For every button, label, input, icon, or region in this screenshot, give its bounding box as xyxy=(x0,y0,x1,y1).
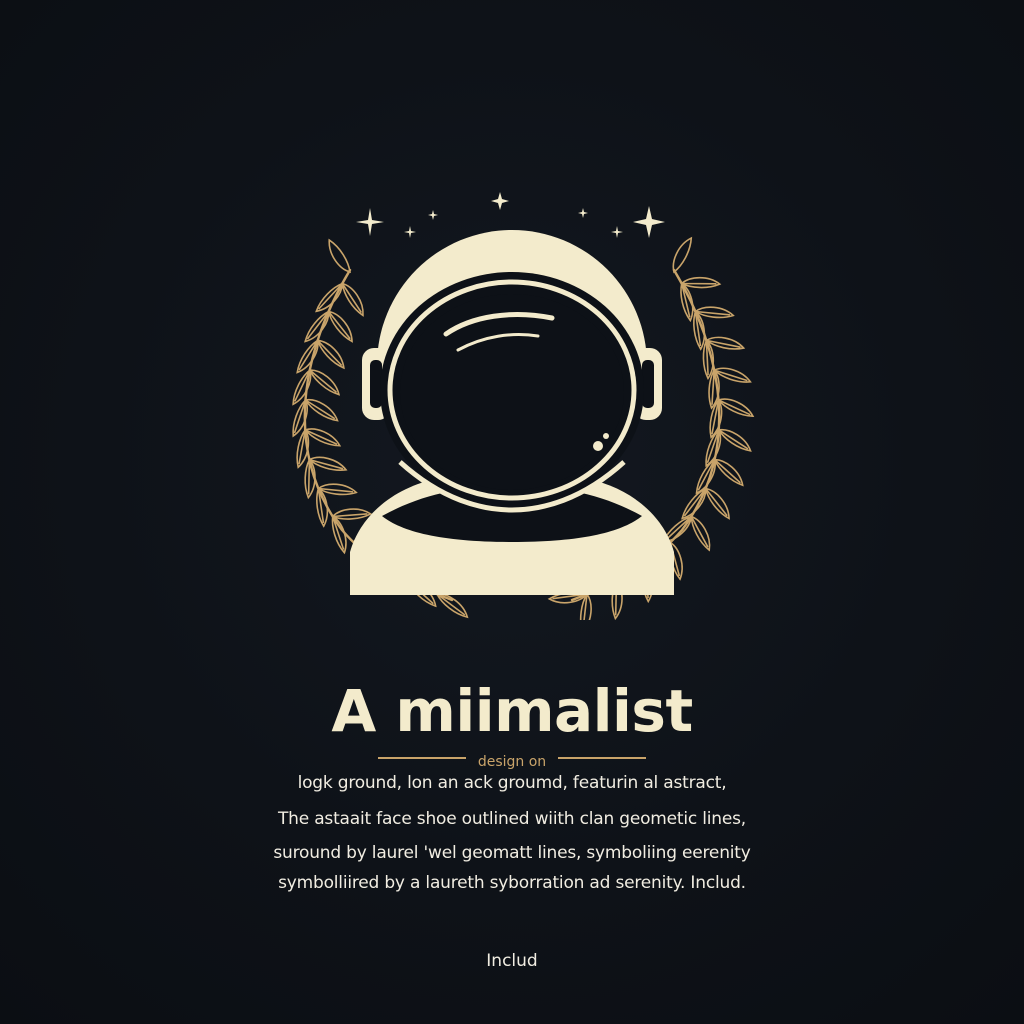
laurel-leaf xyxy=(693,310,706,351)
laurel-leaf xyxy=(304,399,339,422)
laurel-leaf xyxy=(680,276,722,289)
laurel-leaf xyxy=(681,487,707,520)
divider-right xyxy=(558,757,647,759)
star-icon xyxy=(356,208,384,236)
laurel-leaf xyxy=(717,398,755,418)
laurel-leaf xyxy=(316,487,329,528)
subline-row: design on xyxy=(0,746,1024,770)
laurel-leaf xyxy=(304,458,316,500)
footer-label: Includ xyxy=(486,951,538,971)
body-line: logk ground, lon an ack groumd, featurin… xyxy=(297,773,727,793)
laurel-leaf xyxy=(316,339,345,370)
laurel-leaf xyxy=(328,238,351,274)
star-icon xyxy=(633,206,665,238)
body-line: The astaait face shoe outlined wiith cla… xyxy=(277,809,747,829)
divider-left xyxy=(377,757,466,759)
laurel-leaf xyxy=(672,236,693,274)
laurel-leaf xyxy=(331,508,373,520)
star-icon xyxy=(578,208,588,218)
laurel-leaf xyxy=(717,428,752,452)
star-icon xyxy=(491,192,509,210)
body-line: symbolliired by a laureth syborration ad… xyxy=(278,873,746,893)
laurel-leaf xyxy=(327,310,353,343)
laurel-leaf xyxy=(303,428,342,447)
astronaut-helmet-icon xyxy=(350,230,674,595)
subline: design on xyxy=(477,754,547,770)
star-icon xyxy=(428,210,438,220)
laurel-leaf xyxy=(690,515,711,552)
astronaut-laurel-emblem xyxy=(292,192,755,620)
laurel-leaf xyxy=(308,369,341,396)
star-icon xyxy=(611,226,623,238)
star-icon xyxy=(404,226,416,238)
laurel-leaf xyxy=(680,282,694,323)
laurel-leaf xyxy=(704,487,730,520)
body-line: suround by laurel 'wel geomatt lines, sy… xyxy=(273,843,751,863)
headline: A miimalist xyxy=(331,677,693,745)
laurel-leaf xyxy=(713,458,744,487)
laurel-leaf xyxy=(341,282,364,317)
